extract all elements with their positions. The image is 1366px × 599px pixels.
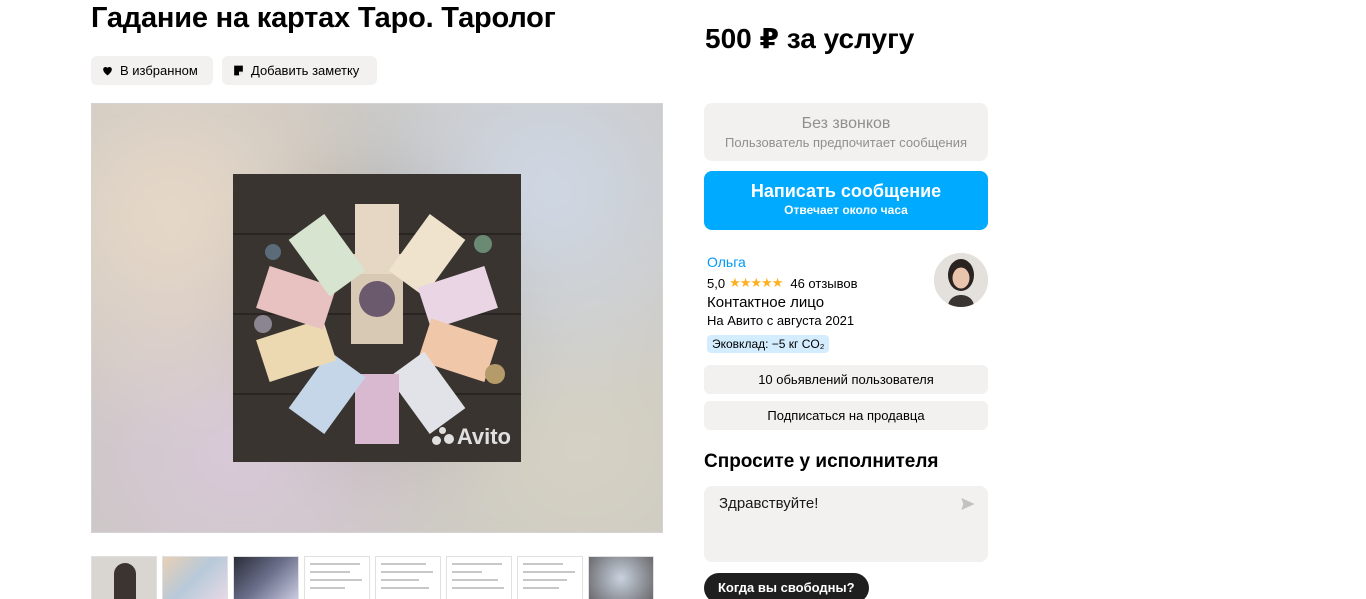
page-title: Гадание на картах Таро. Таролог [91,2,556,34]
message-input[interactable]: Здравствуйте! [704,486,944,546]
favorite-label: В избранном [120,63,198,78]
note-icon [234,65,243,76]
ask-message-box: Здравствуйте! [704,486,988,562]
write-message-button[interactable]: Написать сообщение Отвечает около часа [704,171,988,230]
seller-role: Контактное лицо [707,294,825,311]
seller-name-link[interactable]: Ольга [707,254,746,270]
seller-avatar[interactable] [934,253,988,307]
thumbnail-6[interactable] [446,556,512,599]
thumbnail-7[interactable] [517,556,583,599]
thumbnail-5[interactable] [375,556,441,599]
seller-rating: 5,0 ★★★★★ 46 отзывов [707,275,858,291]
no-calls-subtitle: Пользователь предпочитает сообщения [724,135,967,150]
seller-since: На Авито с августа 2021 [707,313,855,328]
subscribe-button[interactable]: Подписаться на продавца [704,401,988,430]
seller-avatar-image [934,253,988,307]
reviews-link[interactable]: 46 отзывов [790,276,857,291]
no-calls-title: Без звонков [801,115,891,132]
thumbnail-4[interactable] [304,556,370,599]
thumbnail-8[interactable] [588,556,654,599]
photo-gallery[interactable]: Avito [91,103,663,533]
user-ads-button[interactable]: 10 обьявлений пользователя [704,365,988,394]
avito-watermark-text: Avito [456,424,511,449]
favorite-button[interactable]: В избранном [91,56,213,85]
rating-stars-icon: ★★★★★ [729,275,783,290]
heart-icon [103,66,112,76]
avito-watermark: Avito [431,424,511,450]
add-note-button[interactable]: Добавить заметку [222,56,377,85]
add-note-label: Добавить заметку [251,63,360,78]
send-icon[interactable] [960,496,976,512]
thumbnail-2[interactable] [162,556,228,599]
avito-logo-icon [431,427,454,447]
quick-question-chip[interactable]: Когда вы свободны? [704,573,869,599]
thumbnail-3[interactable] [233,556,299,599]
price: 500 ₽ за услугу [705,23,915,54]
no-calls-banner: Без звонков Пользователь предпочитает со… [704,103,988,161]
eco-badge[interactable]: Эковклад: −5 кг CO₂ [707,335,830,353]
tarot-cards-image [233,174,521,462]
thumbnail-1[interactable] [91,556,157,599]
ask-section-title: Спросите у исполнителя [704,451,939,472]
response-time: Отвечает около часа [784,203,908,217]
rating-value: 5,0 [707,275,726,291]
write-message-label: Написать сообщение [750,181,942,201]
thumbnail-strip [91,556,654,599]
main-photo[interactable]: Avito [233,174,521,462]
